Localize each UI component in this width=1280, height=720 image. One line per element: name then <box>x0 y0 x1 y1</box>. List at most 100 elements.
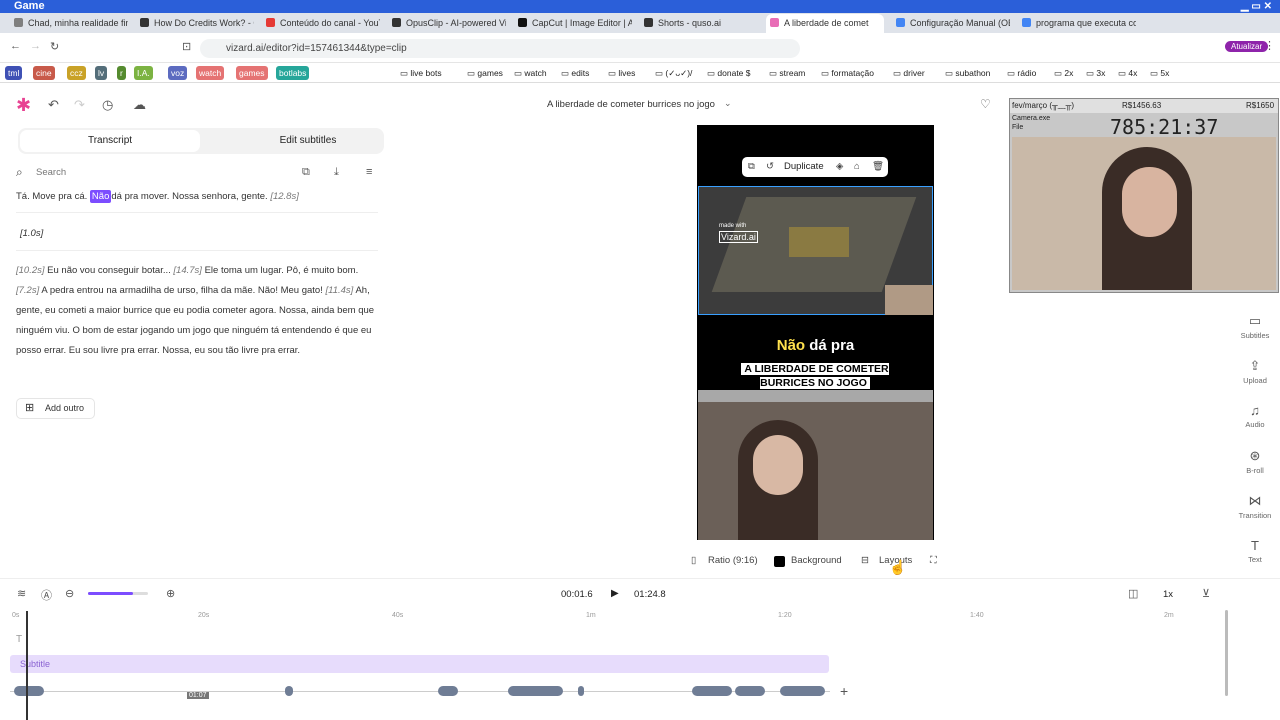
zoom-in-icon[interactable]: ⊕ <box>166 587 175 600</box>
lightbulb-icon[interactable]: ♡ <box>980 97 991 111</box>
bookmark-chip[interactable]: I.A. <box>134 66 153 80</box>
back-icon[interactable]: ← <box>10 40 21 52</box>
url-field[interactable]: vizard.ai/editor?id=157461344&type=clip <box>200 39 800 58</box>
sidebar-item-subtitles[interactable]: ▭ Subtitles <box>1235 313 1275 340</box>
fit-screen-icon[interactable]: ⛶ <box>930 551 937 571</box>
transcript-line[interactable]: Tá. Move pra cá. Não dá pra mover. Nossa … <box>16 187 376 207</box>
bookmark-icon[interactable]: ⊡ <box>182 40 191 53</box>
duplicate-button[interactable]: Duplicate <box>784 157 824 177</box>
filter-icon[interactable]: ≡ <box>366 166 372 178</box>
transcript-paragraph[interactable]: [10.2s] Eu não vou conseguir botar... [1… <box>16 261 376 361</box>
bookmark-chip[interactable]: cine <box>33 66 55 80</box>
bookmark-chip[interactable]: watch <box>196 66 225 80</box>
bookmark-folder[interactable]: ▭ subathon <box>945 66 990 80</box>
redo-icon[interactable]: ↷ <box>74 97 85 113</box>
copy-icon[interactable]: ⧉ <box>302 166 310 179</box>
tag-icon[interactable]: ⌂ <box>854 157 860 177</box>
replace-icon[interactable]: ⧉ <box>748 157 755 177</box>
sidebar-item-upload[interactable]: ⇪ Upload <box>1235 358 1275 385</box>
bookmark-folder[interactable]: ▭ 3x <box>1086 66 1105 80</box>
rotate-icon[interactable]: ↺ <box>766 157 774 177</box>
zoom-out-icon[interactable]: ⊖ <box>65 587 74 600</box>
zoom-slider[interactable] <box>88 592 148 595</box>
update-button[interactable]: Atualizar <box>1225 41 1269 52</box>
browser-tab[interactable]: A liberdade de comet <box>766 14 884 33</box>
vizard-logo-icon[interactable]: ✱ <box>16 95 31 116</box>
speed-button[interactable]: 1x <box>1163 589 1173 600</box>
browser-tab[interactable]: programa que executa co <box>1018 14 1136 33</box>
auto-icon[interactable]: Ⓐ <box>41 587 52 603</box>
bookmark-folder[interactable]: ▭ lives <box>608 66 635 80</box>
bookmark-folder[interactable]: ▭ driver <box>893 66 925 80</box>
bookmark-folder[interactable]: ▭ 4x <box>1118 66 1137 80</box>
add-track-icon[interactable]: + <box>840 683 848 699</box>
obs-overlay-window[interactable]: fev/março (╥﹏╥) R$1456.63 R$1650 Camera.… <box>1009 98 1279 293</box>
collapse-icon[interactable]: ⊻ <box>1202 587 1210 600</box>
project-title[interactable]: A liberdade de cometer burrices no jogo <box>547 99 715 110</box>
download-icon[interactable]: ⤓ <box>334 166 339 179</box>
bookmark-chip[interactable]: ccz <box>67 66 86 80</box>
playhead[interactable] <box>26 611 28 720</box>
browser-tab[interactable]: Shorts - quso.ai <box>640 14 758 33</box>
timeline-scrollbar[interactable] <box>1225 610 1228 696</box>
bookmark-chip[interactable]: botlabs <box>276 66 310 80</box>
bookmark-folder[interactable]: ▭ stream <box>769 66 805 80</box>
browser-tab[interactable]: CapCut | Image Editor | AI <box>514 14 632 33</box>
text-track-icon[interactable]: T <box>16 634 22 645</box>
bookmark-chip[interactable]: games <box>236 66 268 80</box>
bookmark-folder[interactable]: ▭ rádio <box>1007 66 1036 80</box>
search-input[interactable]: Search <box>36 167 66 178</box>
bookmark-folder[interactable]: ▭ watch <box>514 66 547 80</box>
bookmark-chip[interactable]: lv <box>95 66 108 80</box>
delete-icon[interactable]: 🗑 <box>872 157 884 177</box>
bookmark-chip[interactable]: tml <box>5 66 23 80</box>
bookmark-folder[interactable]: ▭ edits <box>561 66 589 80</box>
bookmark-folder[interactable]: ▭ live bots <box>400 66 442 80</box>
bookmark-chip[interactable]: voz <box>168 66 188 80</box>
bookmark-folder[interactable]: ▭ (✓ᴗ✓)/ <box>655 66 692 80</box>
browser-tab[interactable]: Conteúdo do canal - YouT <box>262 14 380 33</box>
game-footage[interactable]: made with Vizard.ai <box>698 186 933 315</box>
browser-tab[interactable]: Chad, minha realidade fin <box>10 14 128 33</box>
menu-icon[interactable]: ⋮ <box>1264 39 1275 52</box>
undo-icon[interactable]: ↶ <box>48 97 59 113</box>
bookmark-folder-label: 2x <box>1064 68 1074 78</box>
cloud-icon[interactable]: ☁ <box>133 97 146 113</box>
background-button[interactable]: Background <box>791 551 842 571</box>
webcam-footage[interactable] <box>698 390 933 540</box>
tab-label: How Do Credits Work? - O <box>154 18 254 28</box>
sidebar-item-text[interactable]: T Text <box>1235 538 1275 564</box>
tab-edit-subtitles[interactable]: Edit subtitles <box>218 130 398 152</box>
forward-icon[interactable]: → <box>30 40 41 52</box>
bookmark-folder[interactable]: ▭ formatação <box>821 66 874 80</box>
add-outro-button[interactable]: ⊞ Add outro <box>16 398 95 419</box>
bookmark-chip[interactable]: r <box>117 66 126 80</box>
highlighted-word[interactable]: Não <box>89 190 112 203</box>
bookmark-folder[interactable]: ▭ 5x <box>1150 66 1169 80</box>
ratio-button[interactable]: Ratio (9:16) <box>708 551 758 571</box>
layers-icon[interactable]: ◈ <box>836 157 843 177</box>
split-view-icon[interactable]: ◫ <box>1128 587 1138 600</box>
history-icon[interactable]: ◷ <box>102 97 113 113</box>
bookmark-folder[interactable]: ▭ games <box>467 66 503 80</box>
subtitle-track[interactable]: Subtitle <box>10 655 829 673</box>
bookmark-folder[interactable]: ▭ donate $ <box>707 66 751 80</box>
tab-favicon-icon <box>770 18 779 27</box>
waveform-segment <box>438 686 458 696</box>
sidebar-item-broll[interactable]: ⊛ B-roll <box>1235 448 1275 475</box>
split-icon[interactable]: ≋ <box>17 587 26 600</box>
browser-tab[interactable]: OpusClip - AI-powered Vi <box>388 14 506 33</box>
reload-icon[interactable]: ↻ <box>50 40 59 53</box>
window-controls[interactable]: ▁ ▭ ✕ <box>1241 0 1272 13</box>
sidebar-item-audio[interactable]: ♫ Audio <box>1235 403 1275 429</box>
face <box>753 435 803 495</box>
play-icon[interactable]: ▶ <box>611 588 619 599</box>
chevron-down-icon[interactable]: ⌄ <box>724 98 732 109</box>
sidebar-item-transition[interactable]: ⋈ Transition <box>1235 493 1275 520</box>
sidebar-item-label: Audio <box>1245 420 1265 429</box>
bookmark-folder-label: (✓ᴗ✓)/ <box>665 68 693 78</box>
tab-transcript[interactable]: Transcript <box>20 130 200 152</box>
browser-tab[interactable]: Configuração Manual (OB <box>892 14 1010 33</box>
browser-tab[interactable]: How Do Credits Work? - O <box>136 14 254 33</box>
bookmark-folder[interactable]: ▭ 2x <box>1054 66 1073 80</box>
